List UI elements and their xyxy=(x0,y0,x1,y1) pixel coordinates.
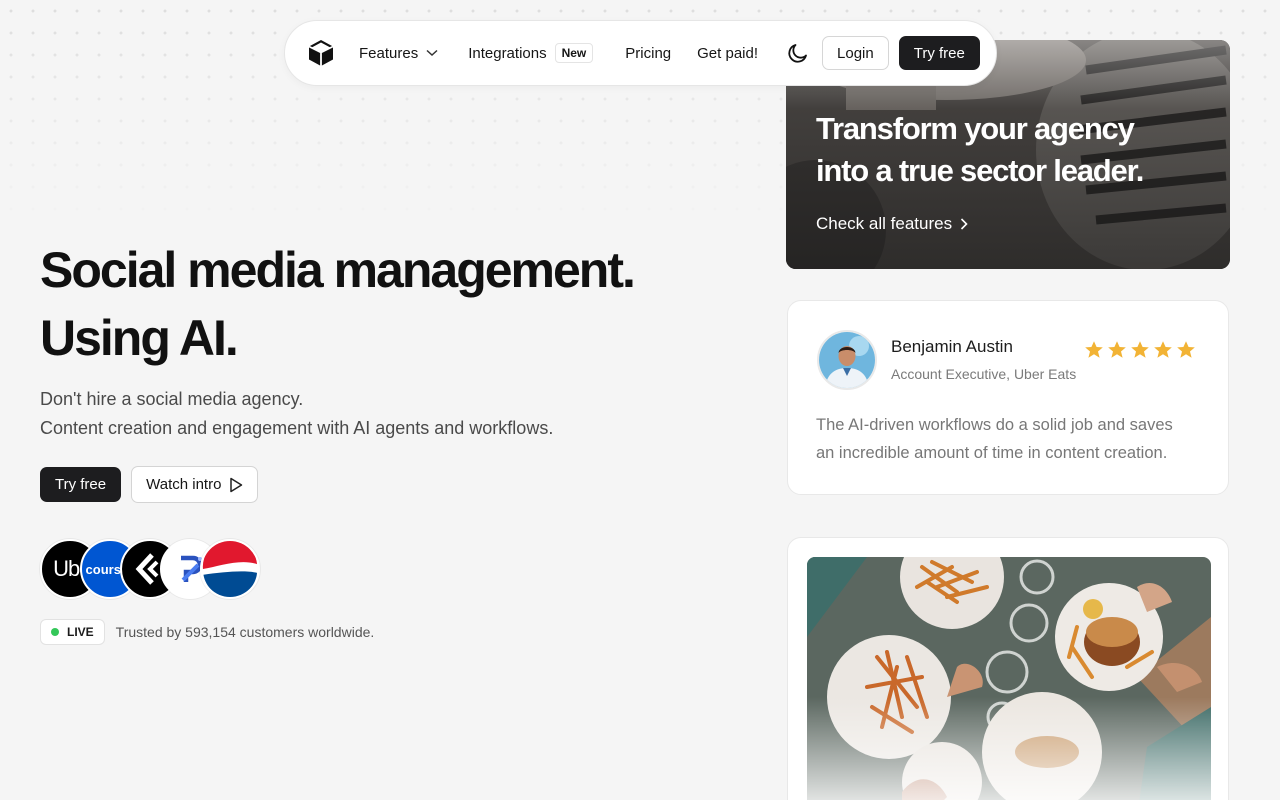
review-text: The AI-driven workflows do a solid job a… xyxy=(816,411,1206,467)
review-text-line2: an incredible amount of time in content … xyxy=(816,444,1168,462)
feature-title-line1: Transform your agency xyxy=(816,111,1135,146)
hero-subtitle-line2: Content creation and engagement with AI … xyxy=(40,418,554,438)
nav-pricing[interactable]: Pricing xyxy=(625,45,671,62)
new-badge: New xyxy=(554,43,594,63)
customer-logos: Uber coursera xyxy=(40,539,260,599)
hero-try-free-button[interactable]: Try free xyxy=(40,467,122,502)
watch-intro-button[interactable]: Watch intro xyxy=(131,466,259,503)
star-icon xyxy=(1177,341,1195,358)
check-features-link[interactable]: Check all features xyxy=(816,214,968,234)
food-photo-fade xyxy=(807,697,1211,800)
pepsi-logo xyxy=(200,539,260,599)
hero-title-line2: Using AI. xyxy=(40,310,239,366)
nav-features[interactable]: Features xyxy=(359,45,438,62)
nav-try-free-button[interactable]: Try free xyxy=(898,36,980,70)
login-button[interactable]: Login xyxy=(822,36,889,70)
rating-stars xyxy=(1081,340,1196,360)
nav-get-paid[interactable]: Get paid! xyxy=(697,45,758,62)
hero-title: Social media management. Using AI. xyxy=(40,236,740,372)
hero-subtitle-line1: Don't hire a social media agency. xyxy=(40,389,304,409)
star-icon xyxy=(1131,341,1149,358)
moon-icon[interactable] xyxy=(786,41,810,65)
hero-subtitle: Don't hire a social media agency. Conten… xyxy=(40,385,660,443)
chevron-right-icon xyxy=(961,218,968,230)
star-icon xyxy=(1085,341,1103,358)
live-label: LIVE xyxy=(67,625,94,639)
chevron-down-icon xyxy=(426,49,438,57)
hero-title-line1: Social media management. xyxy=(40,242,636,298)
nav-integrations[interactable]: Integrations New xyxy=(468,43,594,63)
check-features-label: Check all features xyxy=(816,214,953,233)
nav-integrations-label: Integrations xyxy=(468,44,547,62)
nav-pricing-label: Pricing xyxy=(625,44,672,62)
star-icon xyxy=(1108,341,1126,358)
live-badge: LIVE xyxy=(40,619,105,645)
live-dot-icon xyxy=(51,628,59,636)
star-icon xyxy=(1154,341,1172,358)
cube-icon[interactable] xyxy=(307,39,335,67)
food-photo xyxy=(807,557,1211,800)
avatar xyxy=(817,330,877,390)
food-photo-card xyxy=(787,537,1229,800)
trusted-text: Trusted by 593,154 customers worldwide. xyxy=(115,624,375,640)
nav-get-paid-label: Get paid! xyxy=(697,44,759,62)
play-icon xyxy=(230,477,243,492)
top-navbar: Features Integrations New Pricing Get pa… xyxy=(284,20,997,86)
reviewer-role: Account Executive, Uber Eats xyxy=(891,366,1077,382)
feature-title-line2: into a true sector leader. xyxy=(816,153,1144,188)
hero-cta-group: Try free Watch intro xyxy=(40,466,259,503)
feature-title: Transform your agency into a true sector… xyxy=(816,108,1216,192)
testimonial-card: Benjamin Austin Account Executive, Uber … xyxy=(787,300,1229,495)
watch-intro-label: Watch intro xyxy=(146,476,222,493)
reviewer-name: Benjamin Austin xyxy=(891,337,1013,356)
nav-features-label: Features xyxy=(359,44,419,62)
live-stats: LIVE Trusted by 593,154 customers worldw… xyxy=(40,619,374,645)
review-text-line1: The AI-driven workflows do a solid job a… xyxy=(816,416,1173,434)
